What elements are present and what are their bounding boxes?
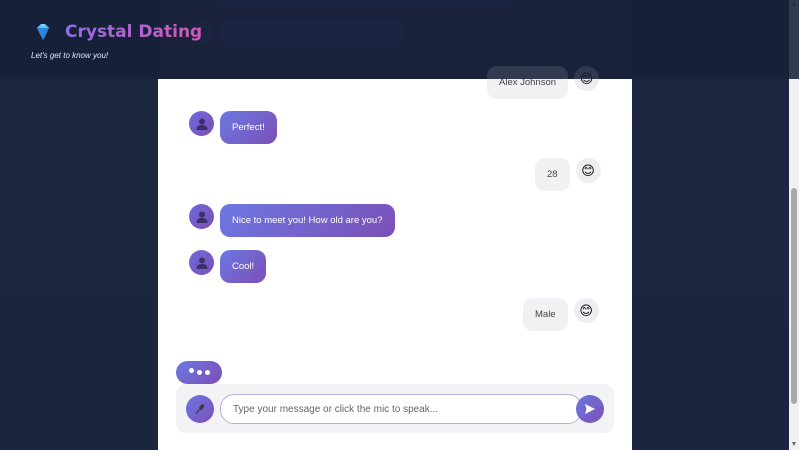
smile-emoji-icon: 😊 xyxy=(573,298,599,323)
app-header: Crystal Dating Let's get to know you! xyxy=(0,0,799,79)
bot-message-bubble: Cool! xyxy=(220,250,267,283)
gem-icon xyxy=(33,22,53,42)
bot-message-bubble: Nice to meet you! How old are you? xyxy=(220,204,395,237)
brand[interactable]: Crystal Dating xyxy=(33,22,202,42)
app-title: Crystal Dating xyxy=(65,22,203,42)
typing-indicator xyxy=(176,361,222,384)
typing-dot xyxy=(204,370,210,375)
microphone-icon xyxy=(195,404,205,415)
user-message-bubble: Male xyxy=(523,298,568,331)
message-input[interactable] xyxy=(220,394,582,424)
mic-button[interactable] xyxy=(186,395,214,423)
bot-message-bubble: Perfect! xyxy=(220,111,277,144)
typing-dot xyxy=(188,368,194,373)
smile-emoji-icon: 😊 xyxy=(575,158,601,183)
message-row-bot: Perfect! xyxy=(189,111,277,144)
message-row-bot: Nice to meet you! How old are you? xyxy=(189,204,395,237)
user-message-bubble: 28 xyxy=(535,158,570,191)
message-row-user: 28 😊 xyxy=(535,158,601,191)
typing-dot xyxy=(196,370,202,375)
scrollbar-thumb[interactable] xyxy=(791,188,797,404)
message-row-user: Male 😊 xyxy=(523,298,599,331)
scroll-down-icon[interactable]: ▼ xyxy=(790,441,798,449)
person-icon xyxy=(189,111,214,136)
send-icon xyxy=(585,404,595,414)
send-button[interactable] xyxy=(576,395,604,423)
app-subtitle: Let's get to know you! xyxy=(31,51,109,60)
message-row-bot: Cool! xyxy=(189,250,267,283)
person-icon xyxy=(189,250,214,275)
person-icon xyxy=(189,204,214,229)
